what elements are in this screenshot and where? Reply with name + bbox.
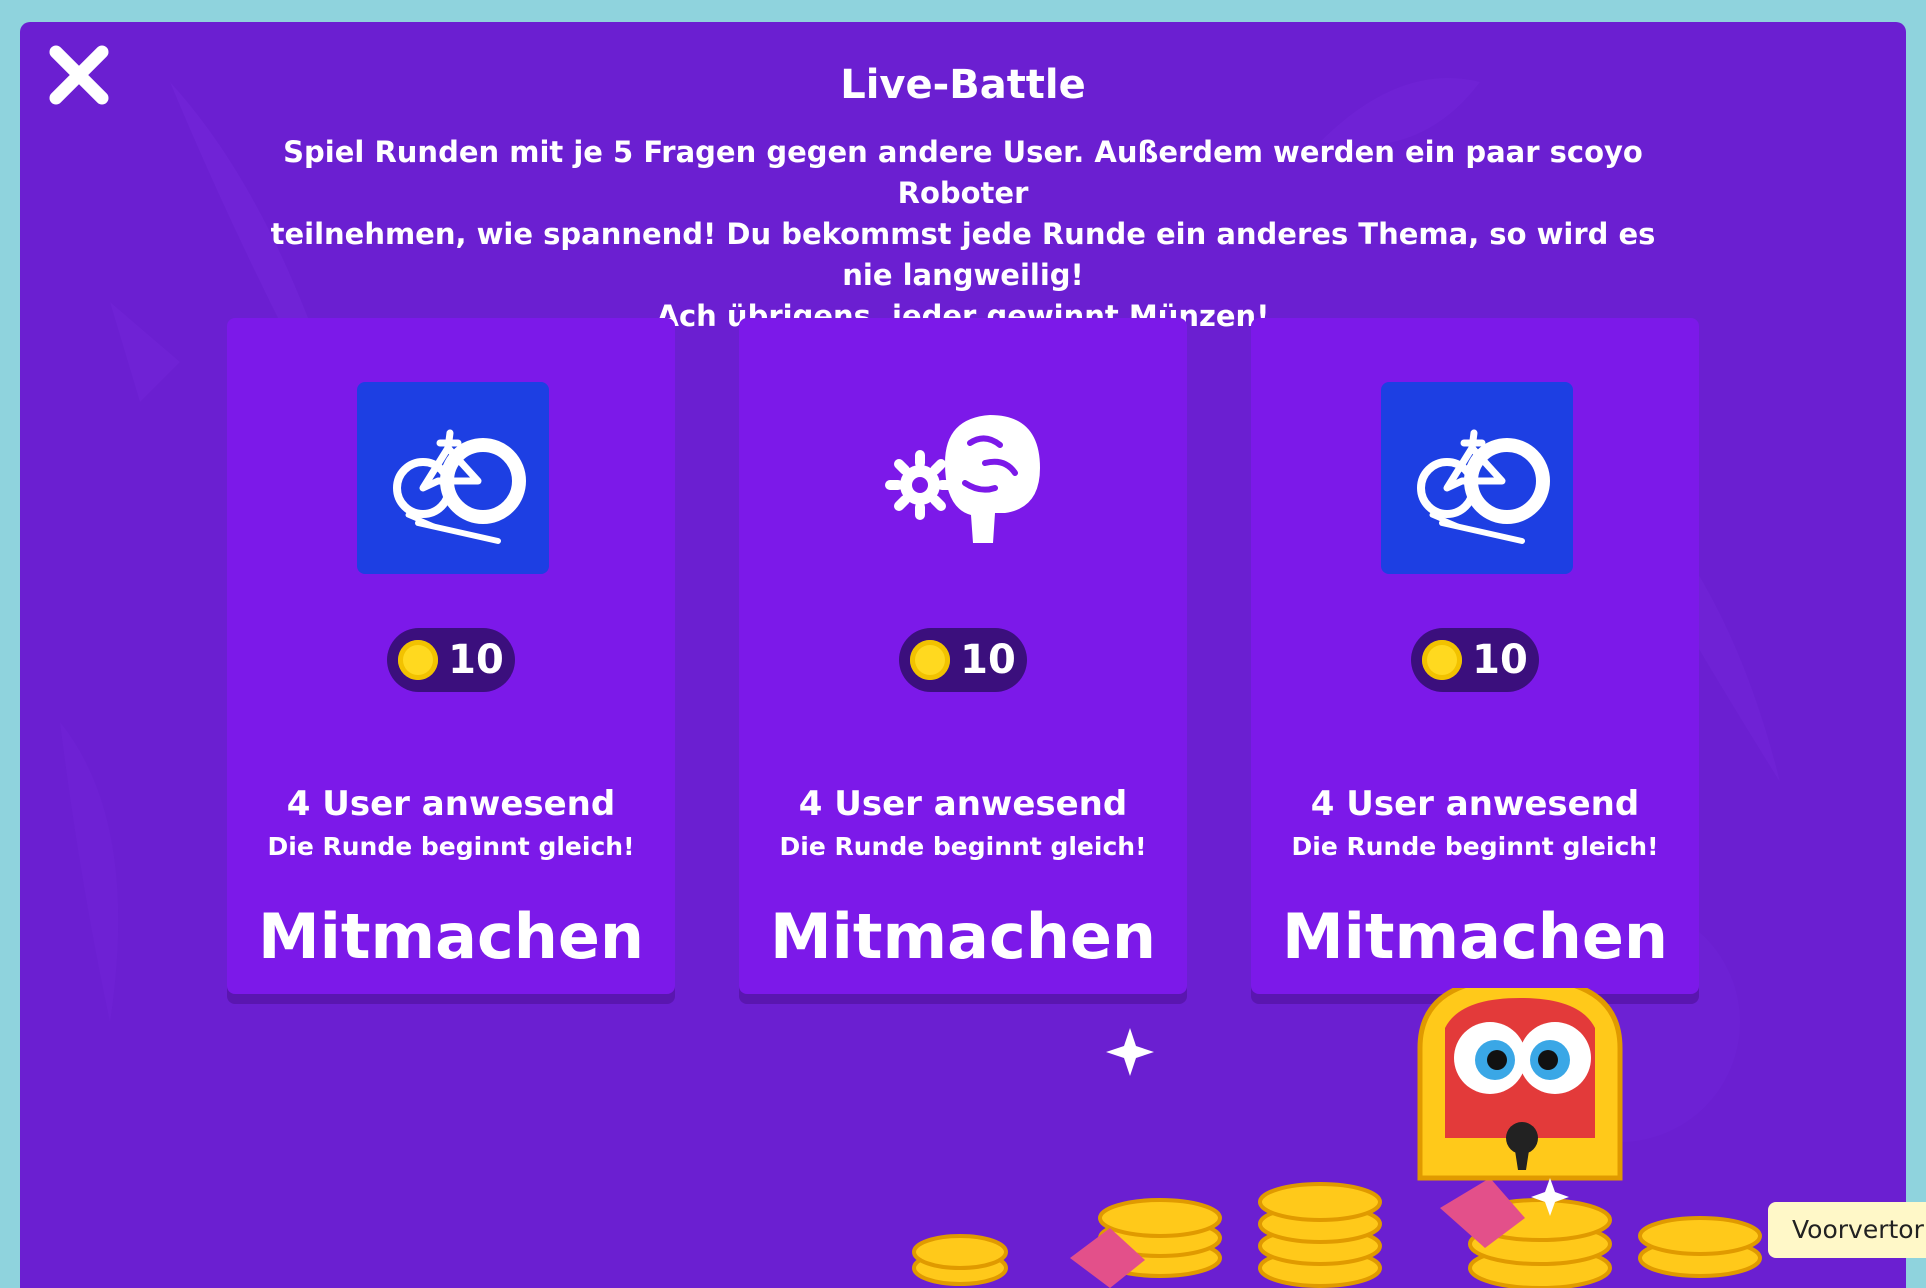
coin-reward-badge: 10 [1411, 628, 1539, 692]
coin-icon [910, 640, 951, 680]
live-battle-dialog: Live-Battle Spiel Runden mit je 5 Fragen… [20, 22, 1906, 1288]
battle-card[interactable]: 10 4 User anwesend Die Runde beginnt gle… [1251, 318, 1699, 994]
users-present: 4 User anwesend [1310, 784, 1640, 824]
coin-icon [1422, 640, 1463, 680]
join-button[interactable]: Mitmachen [227, 900, 675, 973]
users-present: 4 User anwesend [286, 784, 616, 824]
topic-tile [869, 382, 1061, 574]
users-present: 4 User anwesend [798, 784, 1128, 824]
dialog-title: Live-Battle [840, 62, 1086, 108]
description-line: teilnehmen, wie spannend! Du bekommst je… [270, 217, 1656, 292]
battle-card[interactable]: 10 4 User anwesend Die Runde beginnt gle… [739, 318, 1187, 994]
coin-reward-badge: 10 [899, 628, 1027, 692]
brain-gear-icon [885, 415, 1040, 543]
coin-reward-badge: 10 [387, 628, 515, 692]
round-status: Die Runde beginnt gleich! [1291, 832, 1659, 861]
coin-amount: 10 [960, 637, 1016, 683]
round-status: Die Runde beginnt gleich! [267, 832, 635, 861]
battle-card[interactable]: 10 4 User anwesend Die Runde beginnt gle… [227, 318, 675, 994]
coin-amount: 10 [448, 637, 504, 683]
topic-tile [1381, 382, 1573, 574]
round-status: Die Runde beginnt gleich! [779, 832, 1147, 861]
topic-tile [357, 382, 549, 574]
bicycle-icon [393, 429, 526, 544]
dialog-description: Spiel Runden mit je 5 Fragen gegen ander… [260, 132, 1666, 337]
coin-icon [398, 640, 439, 680]
tooltip: Voorvertor [1768, 1202, 1926, 1258]
coin-amount: 10 [1472, 637, 1528, 683]
bicycle-icon [1417, 429, 1550, 544]
join-button[interactable]: Mitmachen [1251, 900, 1699, 973]
join-button[interactable]: Mitmachen [739, 900, 1187, 973]
description-line: Spiel Runden mit je 5 Fragen gegen ander… [283, 135, 1643, 210]
treasure-chest-mascot [912, 988, 1762, 1288]
